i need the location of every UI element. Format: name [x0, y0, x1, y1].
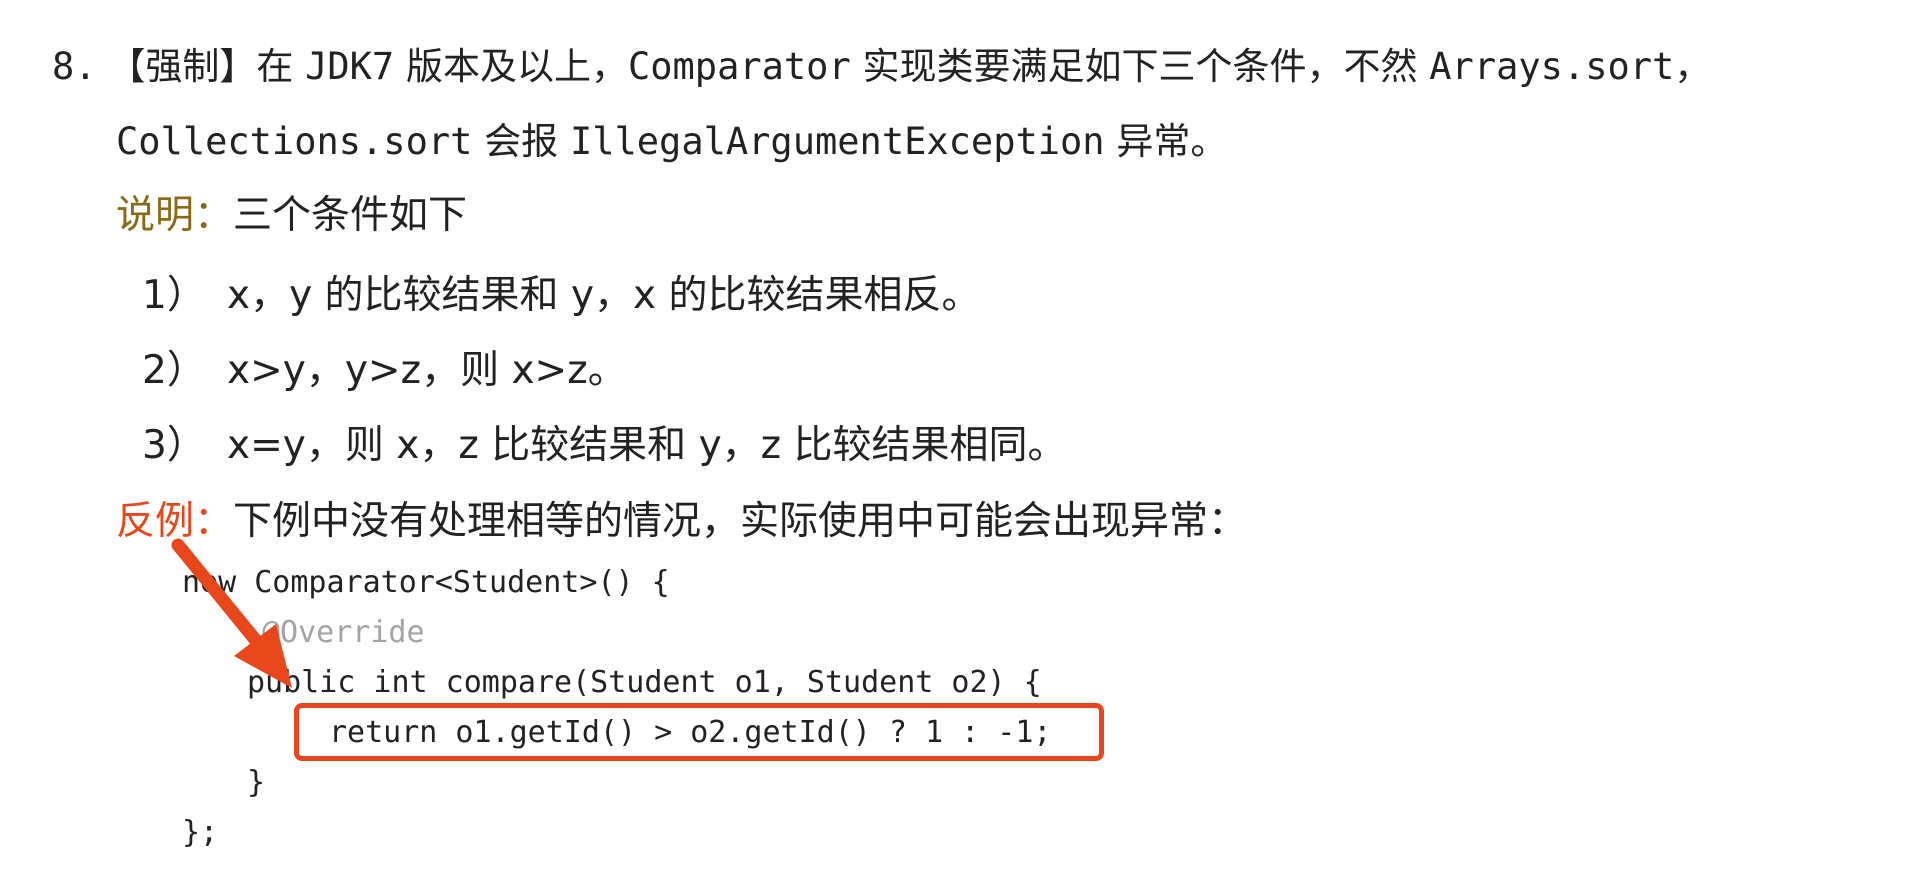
- red-arrow-icon: [171, 538, 292, 688]
